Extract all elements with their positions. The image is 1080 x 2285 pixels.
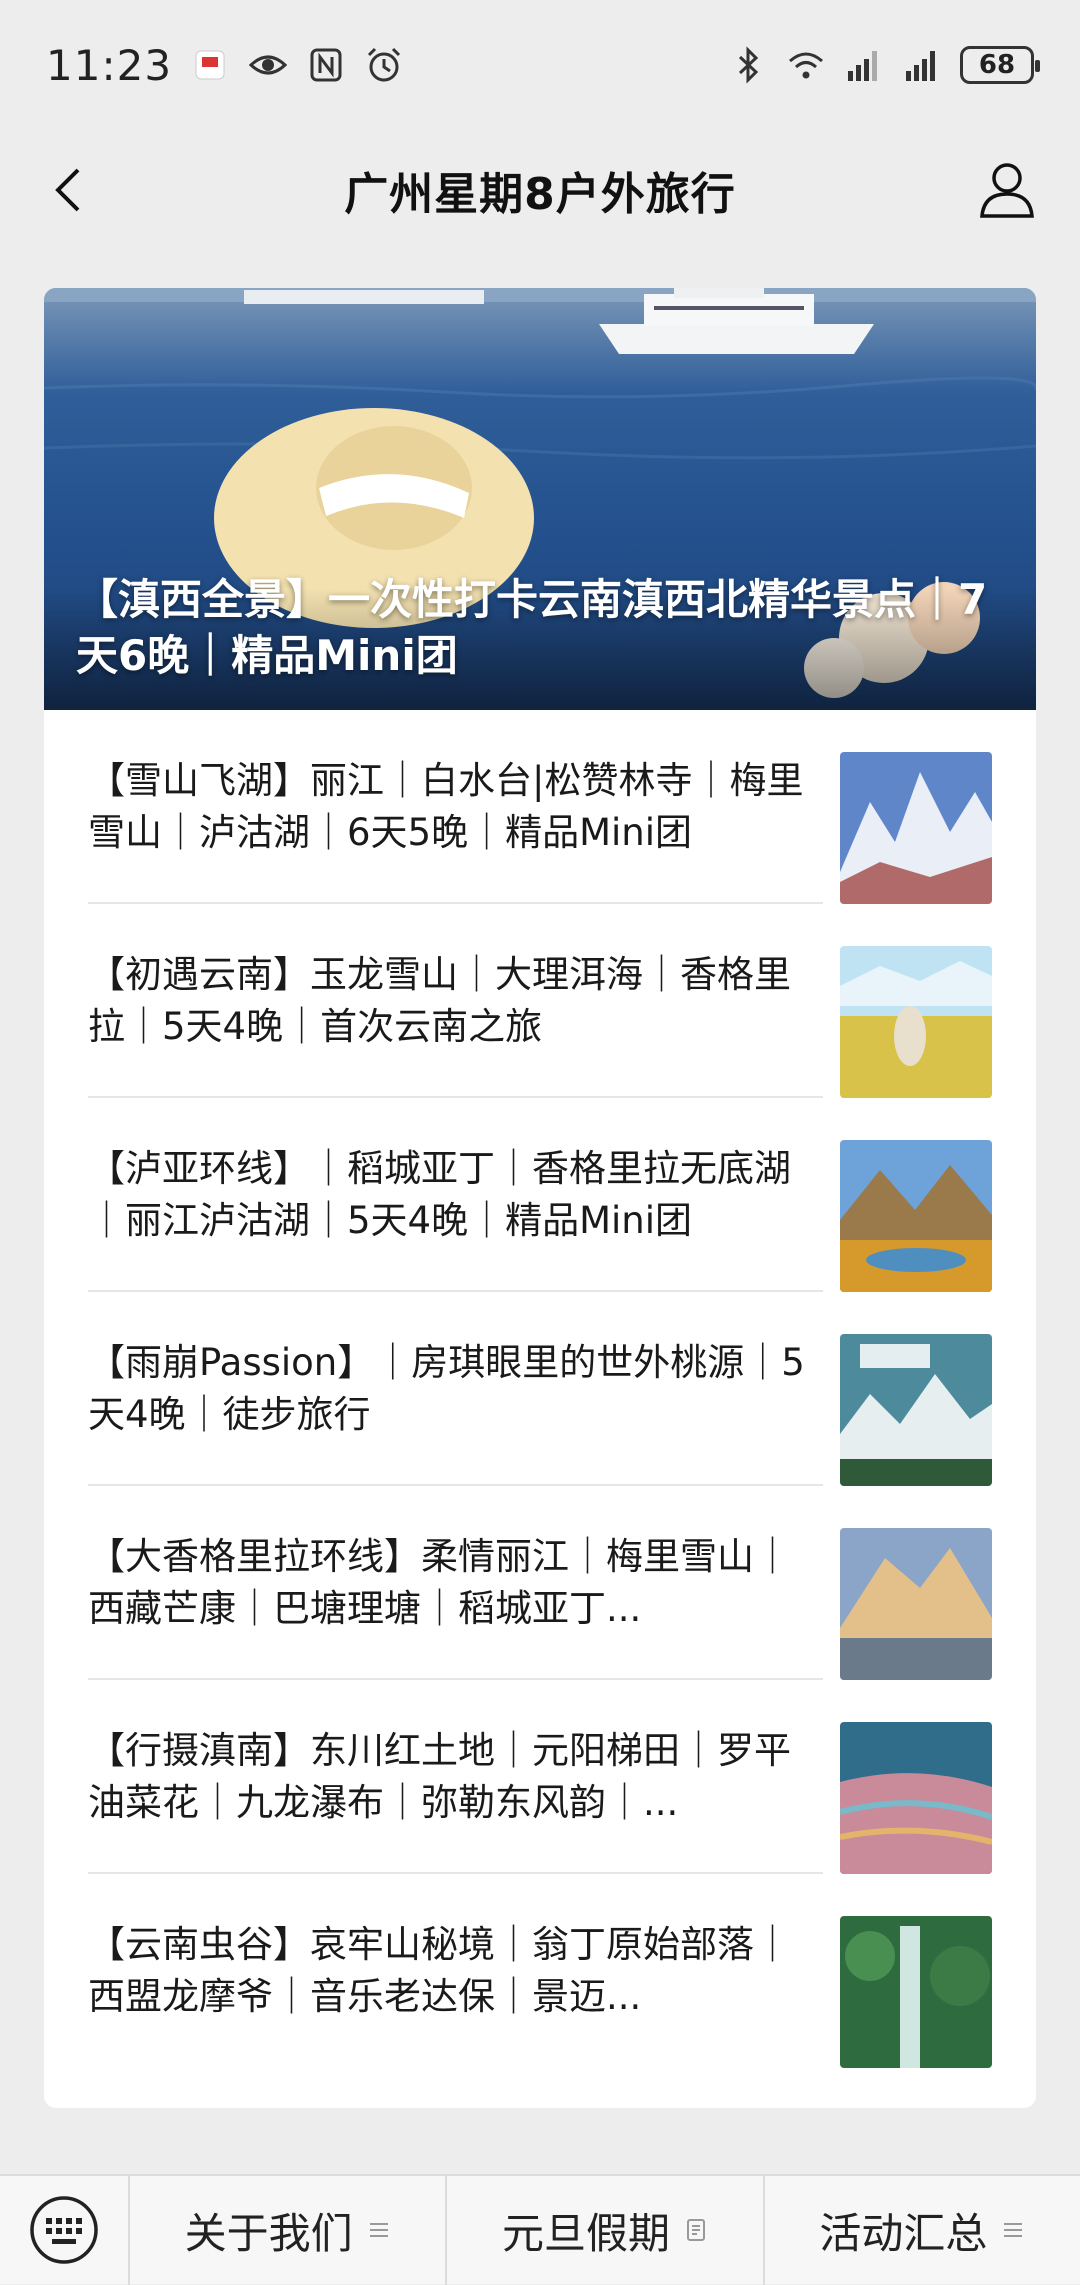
notification-icon [195, 50, 225, 80]
wifi-icon [789, 52, 823, 79]
eye-icon [248, 55, 288, 75]
menu-activities-summary[interactable]: 活动汇总 [765, 2175, 1080, 2285]
list-item[interactable]: 【初遇云南】玉龙雪山｜大理洱海｜香格里拉｜5天4晚｜首次云南之旅 [88, 904, 992, 1098]
signal-icon [906, 51, 935, 81]
article-title: 【雨崩Passion】｜房琪眼里的世外桃源｜5天4晚｜徒步旅行 [88, 1341, 805, 1436]
signal-icon [848, 51, 877, 81]
menu-label: 关于我们 [184, 2208, 353, 2258]
article-title: 【初遇云南】玉龙雪山｜大理洱海｜香格里拉｜5天4晚｜首次云南之旅 [88, 953, 791, 1048]
hero-title: 【滇西全景】一次性打卡云南滇西北精华景点｜7天6晚｜精品Mini团 [76, 575, 988, 680]
status-time: 11:23 [46, 40, 173, 90]
bluetooth-icon [738, 46, 759, 84]
article-title: 【雪山飞湖】丽江｜白水台|松赞林寺｜梅里雪山｜泸沽湖｜6天5晚｜精品Mini团 [88, 759, 804, 854]
nfc-icon [310, 48, 342, 82]
list-item[interactable]: 【云南虫谷】哀牢山秘境｜翁丁原始部落｜西盟龙摩爷｜音乐老达保｜景迈... [88, 1874, 992, 2068]
battery-indicator: 68 [960, 46, 1040, 84]
article-card: 【滇西全景】一次性打卡云南滇西北精华景点｜7天6晚｜精品Mini团 【雪山飞湖】… [44, 288, 1036, 2108]
article-title: 【云南虫谷】哀牢山秘境｜翁丁原始部落｜西盟龙摩爷｜音乐老达保｜景迈... [88, 1923, 791, 2018]
article-thumbnail [840, 752, 992, 904]
menu-lines-icon [1004, 2223, 1023, 2237]
chevron-left-icon[interactable] [40, 160, 100, 220]
menu-label: 活动汇总 [819, 2208, 988, 2258]
nav-bar: 广州星期8户外旅行 [0, 130, 1080, 250]
article-thumbnail [840, 1334, 992, 1486]
menu-lines-icon [369, 2223, 388, 2237]
menu-new-year-holiday[interactable]: 元旦假期 [447, 2175, 765, 2285]
keyboard-toggle[interactable] [0, 2175, 130, 2285]
status-bar: 11:23 68 [0, 0, 1080, 130]
battery-level: 68 [978, 50, 1016, 80]
article-thumbnail [840, 946, 992, 1098]
keyboard-icon [30, 2196, 98, 2264]
list-item[interactable]: 【泸亚环线】｜稻城亚丁｜香格里拉无底湖｜丽江泸沽湖｜5天4晚｜精品Mini团 [88, 1098, 992, 1292]
article-title: 【大香格里拉环线】柔情丽江｜梅里雪山｜西藏芒康｜巴塘理塘｜稻城亚丁... [88, 1535, 791, 1630]
list-item[interactable]: 【行摄滇南】东川红土地｜元阳梯田｜罗平油菜花｜九龙瀑布｜弥勒东风韵｜... [88, 1680, 992, 1874]
article-thumbnail [840, 1916, 992, 2068]
list-item[interactable]: 【雪山飞湖】丽江｜白水台|松赞林寺｜梅里雪山｜泸沽湖｜6天5晚｜精品Mini团 [88, 710, 992, 904]
alarm-icon [367, 47, 401, 82]
article-list: 【雪山飞湖】丽江｜白水台|松赞林寺｜梅里雪山｜泸沽湖｜6天5晚｜精品Mini团 … [44, 710, 1036, 2068]
menu-label: 元旦假期 [501, 2208, 670, 2258]
article-title: 【行摄滇南】东川红土地｜元阳梯田｜罗平油菜花｜九龙瀑布｜弥勒东风韵｜... [88, 1729, 791, 1824]
user-icon[interactable] [974, 156, 1040, 222]
list-item[interactable]: 【雨崩Passion】｜房琪眼里的世外桃源｜5天4晚｜徒步旅行 [88, 1292, 992, 1486]
list-item[interactable]: 【大香格里拉环线】柔情丽江｜梅里雪山｜西藏芒康｜巴塘理塘｜稻城亚丁... [88, 1486, 992, 1680]
article-thumbnail [840, 1528, 992, 1680]
menu-about-us[interactable]: 关于我们 [130, 2175, 448, 2285]
bottom-menu-bar: 关于我们 元旦假期 活动汇总 [0, 2174, 1080, 2285]
document-icon [687, 2219, 705, 2241]
hero-article[interactable]: 【滇西全景】一次性打卡云南滇西北精华景点｜7天6晚｜精品Mini团 [44, 288, 1036, 710]
page-title: 广州星期8户外旅行 [344, 169, 736, 220]
article-thumbnail [840, 1722, 992, 1874]
article-title: 【泸亚环线】｜稻城亚丁｜香格里拉无底湖｜丽江泸沽湖｜5天4晚｜精品Mini团 [88, 1147, 791, 1242]
article-thumbnail [840, 1140, 992, 1292]
